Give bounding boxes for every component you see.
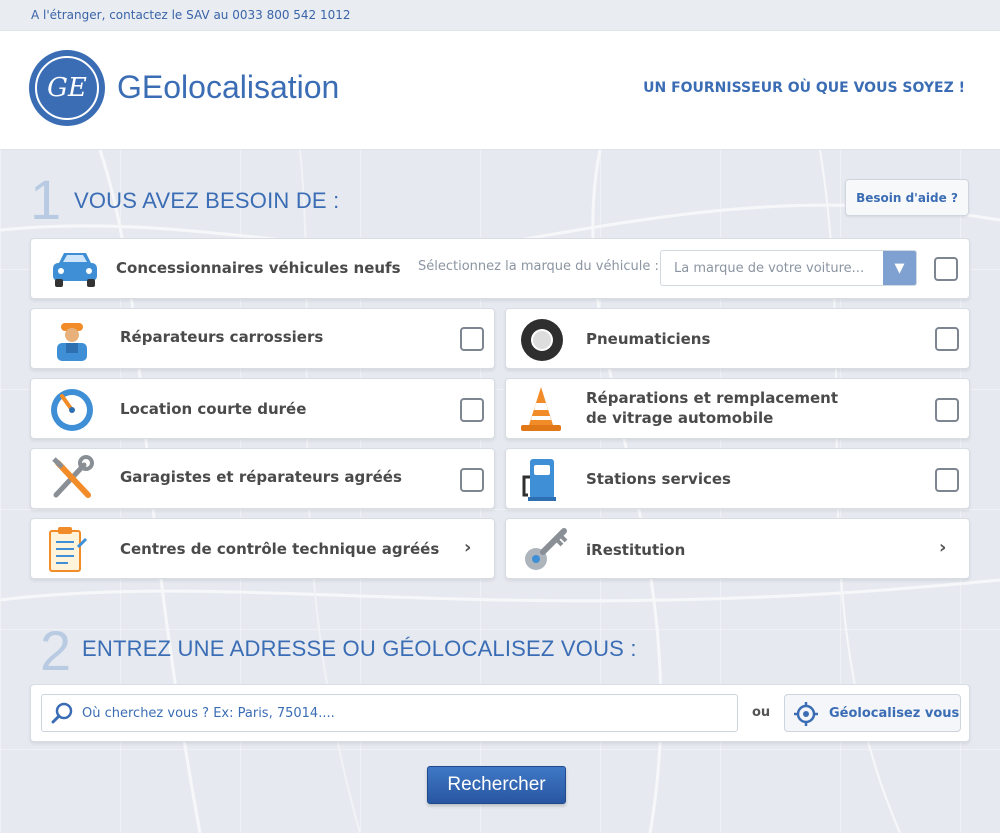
fuel-pump-icon xyxy=(522,459,556,501)
geolocate-button[interactable]: Géolocalisez vous xyxy=(784,694,961,732)
carrossiers-card[interactable]: Réparateurs carrossiers xyxy=(30,308,495,369)
carrossiers-label: Réparateurs carrossiers xyxy=(120,328,324,346)
brand-select-value: La marque de votre voiture... xyxy=(674,261,865,276)
tools-icon xyxy=(52,455,94,498)
stations-checkbox[interactable] xyxy=(935,468,959,492)
garagistes-card[interactable]: Garagistes et réparateurs agréés xyxy=(30,448,495,509)
stations-label: Stations services xyxy=(586,470,731,488)
step-1-title: VOUS AVEZ BESOIN DE : xyxy=(74,188,340,213)
help-button[interactable]: Besoin d'aide ? xyxy=(845,179,969,216)
contact-text: A l'étranger, contactez le SAV au 0033 8… xyxy=(31,8,351,22)
search-submit-button[interactable]: Rechercher xyxy=(427,766,566,804)
chevron-down-icon[interactable]: ▼ xyxy=(883,251,916,285)
traffic-cone-icon xyxy=(521,387,561,431)
pneumaticiens-checkbox[interactable] xyxy=(935,327,959,351)
location-card[interactable]: Location courte durée xyxy=(30,378,495,439)
step-1-number: 1 xyxy=(30,168,62,231)
contact-bar: A l'étranger, contactez le SAV au 0033 8… xyxy=(0,0,1000,30)
search-panel: Où cherchez vous ? Ex: Paris, 75014.... … xyxy=(30,684,970,742)
or-separator: ou xyxy=(752,705,771,720)
pneumaticiens-card[interactable]: Pneumaticiens xyxy=(505,308,970,369)
logo-monogram: GE xyxy=(35,56,99,120)
irestitution-label: iRestitution xyxy=(586,541,686,559)
garagistes-label: Garagistes et réparateurs agréés xyxy=(120,468,402,486)
vitrage-checkbox[interactable] xyxy=(935,398,959,422)
step-2-title: ENTREZ UNE ADRESSE OU GÉOLOCALISEZ VOUS … xyxy=(82,636,637,661)
address-search-input[interactable]: Où cherchez vous ? Ex: Paris, 75014.... xyxy=(41,694,738,732)
geolocate-label: Géolocalisez vous xyxy=(829,706,960,721)
step-2-number: 2 xyxy=(40,619,72,682)
vitrage-card[interactable]: Réparations et remplacement de vitrage a… xyxy=(505,378,970,439)
tire-icon xyxy=(521,319,563,361)
stations-card[interactable]: Stations services xyxy=(505,448,970,509)
checklist-icon xyxy=(49,527,88,572)
pneumaticiens-label: Pneumaticiens xyxy=(586,330,711,348)
dealer-label: Concessionnaires véhicules neufs xyxy=(116,259,401,277)
vitrage-label: Réparations et remplacement de vitrage a… xyxy=(586,389,839,427)
search-icon xyxy=(51,702,73,724)
controle-label: Centres de contrôle technique agréés xyxy=(120,540,440,558)
car-icon xyxy=(53,253,97,287)
chevron-right-icon[interactable]: › xyxy=(464,537,471,558)
speedometer-icon xyxy=(51,389,93,431)
key-icon xyxy=(525,528,568,570)
brand-select[interactable]: La marque de votre voiture... ▼ xyxy=(660,250,917,286)
header: GE GEolocalisation UN FOURNISSEUR OÙ QUE… xyxy=(0,30,1000,150)
tagline: UN FOURNISSEUR OÙ QUE VOUS SOYEZ ! xyxy=(643,80,965,96)
mechanic-icon xyxy=(57,323,87,361)
target-icon xyxy=(794,702,818,726)
search-placeholder: Où cherchez vous ? Ex: Paris, 75014.... xyxy=(82,706,335,721)
irestitution-card[interactable]: iRestitution › xyxy=(505,518,970,579)
brand-title: GEolocalisation xyxy=(117,69,340,105)
location-label: Location courte durée xyxy=(120,400,307,418)
brand-select-hint: Sélectionnez la marque du véhicule : xyxy=(418,259,659,274)
dealer-checkbox[interactable] xyxy=(934,257,958,281)
ge-logo[interactable]: GE xyxy=(29,50,105,126)
garagistes-checkbox[interactable] xyxy=(460,468,484,492)
chevron-right-icon[interactable]: › xyxy=(939,537,946,558)
carrossiers-checkbox[interactable] xyxy=(460,327,484,351)
controle-card[interactable]: Centres de contrôle technique agréés › xyxy=(30,518,495,579)
location-checkbox[interactable] xyxy=(460,398,484,422)
